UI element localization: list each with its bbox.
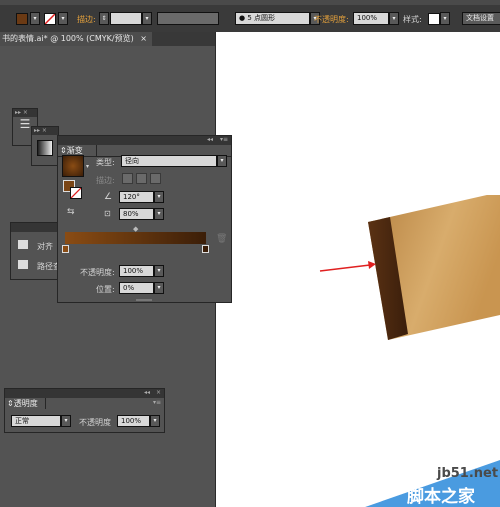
book-artwork[interactable] [360,195,500,345]
stroke-indicator-icon[interactable] [70,187,82,199]
blend-mode-select[interactable]: 正常 [11,415,61,427]
fill-swatch[interactable] [16,13,28,25]
type-select-arrow[interactable]: ▾ [217,155,227,167]
stroke-within-icon[interactable] [122,173,133,184]
type-select[interactable]: 径向 [121,155,217,167]
stop-opacity-label: 不透明度: [80,268,115,277]
tab-arrow-icon-2: ⇕ [7,399,14,408]
opacity-field[interactable]: 100% [353,12,389,25]
angle-icon: ∠ [104,192,113,202]
gradient-stop-start[interactable] [62,245,69,253]
document-settings-button[interactable]: 文档设置 [462,12,500,25]
document-tab-title: 书的表情.ai* @ 100% (CMYK/预览) [2,34,134,43]
location-dropdown[interactable]: ▾ [154,282,164,294]
tab-transparency-label: 透明度 [13,399,38,408]
stroke-weight-label: 描边: [77,15,96,24]
gradient-preview-dropdown[interactable]: ▾ [86,163,89,170]
pathfinder-icon[interactable] [18,260,28,269]
opacity-dropdown[interactable]: ▾ [389,12,399,25]
align-icon[interactable] [18,240,28,249]
variable-width-profile[interactable] [157,12,219,25]
tab-transparency[interactable]: ⇕透明度 [5,398,46,409]
transparency-collapse-icon[interactable]: ◂◂ [144,389,150,396]
style-dropdown[interactable]: ▾ [440,12,450,25]
brush-label: 5 点圆形 [247,14,276,22]
stroke-weight-dropdown[interactable]: ▾ [142,12,152,25]
transparency-opacity-dropdown[interactable]: ▾ [150,415,160,427]
gradient-preview-swatch[interactable] [62,155,84,177]
document-tab[interactable]: 书的表情.ai* @ 100% (CMYK/预览) × [0,32,152,46]
stroke-none-swatch[interactable] [44,13,56,25]
stroke-label: 描边: [96,176,115,185]
delete-stop-icon[interactable]: 🗑 [216,234,227,244]
transparency-panel-header[interactable]: ◂◂ × [5,389,164,398]
gradient-slider[interactable] [65,232,206,244]
watermark-site: jb51.net [437,466,499,481]
stop-opacity-dropdown[interactable]: ▾ [154,265,164,277]
collapsed-panel-1-header[interactable]: ▸▸ × [13,109,37,117]
collapsed-panel-2: ▸▸ × [31,126,59,166]
angle-dropdown[interactable]: ▾ [154,191,164,203]
opacity-label: 不透明度: [314,15,349,24]
gradient-panel-header[interactable]: ◂◂ ▾≡ [58,136,231,145]
stroke-dropdown-button[interactable]: ▾ [58,12,68,25]
menu-bar-edge [0,0,500,5]
style-label: 样式: [403,15,422,24]
location-label: 位置: [96,285,115,294]
transparency-opacity-field[interactable]: 100% [117,415,150,427]
style-swatch[interactable] [428,13,440,25]
reverse-gradient-icon[interactable]: ⇆ [67,207,75,217]
angle-field[interactable]: 120° [119,191,154,203]
document-tab-close[interactable]: × [140,34,147,43]
aspect-ratio-field[interactable]: 80% [119,208,154,220]
blend-mode-arrow[interactable]: ▾ [61,415,71,427]
gradient-stop-end[interactable] [202,245,209,253]
collapsed-panel-2-header[interactable]: ▸▸ × [32,127,58,135]
collapse-arrows-icon[interactable]: ◂◂ [207,136,213,143]
stroke-across-icon[interactable] [150,173,161,184]
brush-definition[interactable]: ● 5 点圆形 [235,12,310,25]
stop-opacity-field[interactable]: 100% [119,265,154,277]
arrow-to-book-spine [319,261,376,272]
aspect-ratio-icon: ⊡ [104,209,111,218]
panel-menu-icon[interactable]: ▾≡ [220,136,228,143]
tab-arrow-icon: ⇕ [60,146,67,155]
location-field[interactable]: 0% [119,282,154,294]
transparency-opacity-label: 不透明度 [79,418,111,427]
gradient-panel-icon[interactable] [37,140,53,156]
watermark-name: 脚本之家 [407,487,475,507]
none-slash-icon [44,13,56,25]
transparency-close-icon[interactable]: × [156,389,161,396]
transparency-panel: ◂◂ × ⇕透明度 ▾≡ 正常 ▾ 不透明度 100% ▾ [4,388,165,433]
stroke-weight-field[interactable] [110,12,142,25]
stroke-along-icon[interactable] [136,173,147,184]
panel-resize-grip[interactable] [136,299,152,301]
type-label: 类型: [96,158,115,167]
gradient-panel: ◂◂ ▾≡ ⇕渐变 ▾ ⇆ 类型: 径向 ▾ 描边: ∠ 120° ▾ ⊡ 80… [57,135,232,303]
fill-dropdown-button[interactable]: ▾ [30,12,40,25]
align-label[interactable]: 对齐 [37,241,53,252]
aspect-ratio-dropdown[interactable]: ▾ [154,208,164,220]
tab-gradient-label: 渐变 [66,146,83,155]
stroke-weight-stepper[interactable]: ⇕ [99,12,109,25]
brush-dot-icon: ● [239,14,246,22]
transparency-menu-icon[interactable]: ▾≡ [153,399,161,406]
